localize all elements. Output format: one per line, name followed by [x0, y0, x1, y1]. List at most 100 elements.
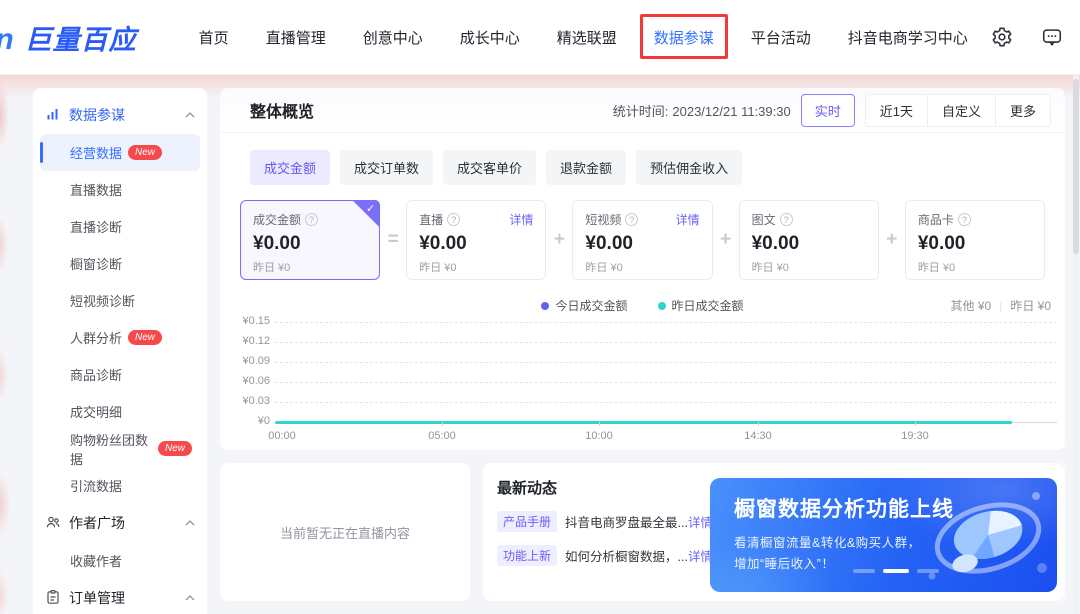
- carousel-dot-active[interactable]: [883, 569, 909, 573]
- yesterday-series-line: [275, 421, 1012, 424]
- sidebar-item-video-diagnosis[interactable]: 短视频诊断: [40, 282, 200, 319]
- metric-value: ¥0.00: [918, 233, 1032, 255]
- metric-yesterday: 昨日 ¥0: [419, 259, 533, 275]
- nav-item-platform-activity[interactable]: 平台活动: [751, 27, 811, 48]
- tab-avg-order-value[interactable]: 成交客单价: [443, 150, 536, 185]
- clipboard-icon: [45, 589, 61, 608]
- sidebar-item-product-diagnosis[interactable]: 商品诊断: [40, 356, 200, 393]
- legend-yesterday-gmv[interactable]: 昨日成交金额: [658, 297, 744, 314]
- brand-logo[interactable]: in 巨量百应: [0, 18, 137, 57]
- nav-item-data-advisor[interactable]: 数据参谋: [654, 27, 714, 48]
- news-tag: 产品手册: [497, 511, 557, 532]
- metric-cards-row: ✓ 成交金额 ? ¥0.00 昨日 ¥0 = 直播 ? 详情 ¥0.00 昨日 …: [220, 185, 1065, 280]
- x-axis-tick: 10:00: [585, 430, 613, 442]
- metric-value: ¥0.00: [752, 233, 866, 255]
- scrollbar-track[interactable]: [1073, 75, 1079, 614]
- pie-chart-illustration: [918, 480, 1053, 592]
- metric-yesterday: 昨日 ¥0: [918, 259, 1032, 275]
- divider: |: [999, 299, 1002, 313]
- statistic-time: 统计时间:2023/12/21 11:39:30: [613, 101, 791, 120]
- sidebar-item-live-data[interactable]: 直播数据: [40, 171, 200, 208]
- top-navbar: in 巨量百应 首页 直播管理 创意中心 成长中心 精选联盟 数据参谋 平台活动…: [0, 0, 1080, 75]
- metric-value: ¥0.00: [585, 233, 699, 255]
- tab-estimated-commission[interactable]: 预估佣金收入: [636, 150, 742, 185]
- tab-gmv[interactable]: 成交金额: [250, 150, 330, 185]
- logo-fragment: in: [0, 23, 15, 57]
- feedback-message-icon[interactable]: [1040, 25, 1064, 49]
- promo-banner[interactable]: 橱窗数据分析功能上线 看清橱窗流量&转化&购买人群， 增加“睡后收入”！: [710, 478, 1057, 592]
- detail-link[interactable]: 详情: [509, 211, 533, 228]
- sidebar-item-favorite-authors[interactable]: 收藏作者: [40, 542, 200, 579]
- time-filter-1day[interactable]: 近1天: [866, 95, 927, 126]
- nav-item-growth-center[interactable]: 成长中心: [460, 27, 520, 48]
- news-item[interactable]: 功能上新 如何分析橱窗数据，... 详情: [497, 545, 709, 566]
- sidebar-group-label: 数据参谋: [69, 105, 177, 125]
- sidebar-group-label: 订单管理: [69, 588, 177, 608]
- help-icon[interactable]: ?: [305, 213, 318, 226]
- sidebar-group-order-management[interactable]: 订单管理: [33, 579, 207, 614]
- nav-item-learning-center[interactable]: 抖音电商学习中心: [848, 27, 968, 48]
- nav-item-selected-alliance[interactable]: 精选联盟: [557, 27, 617, 48]
- help-icon[interactable]: ?: [958, 213, 971, 226]
- chevron-up-icon[interactable]: [185, 520, 195, 526]
- sidebar-item-showcase-diagnosis[interactable]: 橱窗诊断: [40, 245, 200, 282]
- overview-header: 整体概览 统计时间:2023/12/21 11:39:30 实时 近1天 自定义…: [220, 88, 1065, 133]
- page-content: 数据参谋 经营数据 New 直播数据 直播诊断 橱窗诊断 短视频诊断 人群分析 …: [0, 75, 1080, 614]
- news-title: 最新动态: [497, 477, 709, 498]
- sidebar-group-label: 作者广场: [69, 513, 177, 533]
- sidebar-item-business-data[interactable]: 经营数据 New: [40, 134, 200, 171]
- news-tag: 功能上新: [497, 545, 557, 566]
- x-axis-tick: 19:30: [901, 430, 929, 442]
- metric-value: ¥0.00: [419, 233, 533, 255]
- gmv-trend-chart: ¥0.15 ¥0.12 ¥0.09 ¥0.06 ¥0.03 ¥0 00:00 0…: [230, 322, 1057, 444]
- nav-item-creative-center[interactable]: 创意中心: [363, 27, 423, 48]
- time-filter-more[interactable]: 更多: [995, 95, 1050, 126]
- overview-panel: 整体概览 统计时间:2023/12/21 11:39:30 实时 近1天 自定义…: [220, 88, 1065, 450]
- tab-order-count[interactable]: 成交订单数: [340, 150, 433, 185]
- nav-item-home[interactable]: 首页: [199, 27, 229, 48]
- check-icon: ✓: [366, 202, 375, 215]
- metric-card-image-text[interactable]: 图文 ? ¥0.00 昨日 ¥0: [739, 200, 879, 280]
- sidebar-item-fan-club-data[interactable]: 购物粉丝团数据 New: [40, 430, 200, 467]
- nav-item-live-management[interactable]: 直播管理: [266, 27, 326, 48]
- sidebar-group-data-advisor[interactable]: 数据参谋: [33, 96, 207, 134]
- help-icon[interactable]: ?: [625, 213, 638, 226]
- plus-operator: +: [879, 229, 905, 251]
- main-nav: 首页 直播管理 创意中心 成长中心 精选联盟 数据参谋 平台活动 抖音电商学习中…: [199, 27, 968, 48]
- settings-gear-icon[interactable]: [990, 25, 1014, 49]
- sidebar-item-traffic-data[interactable]: 引流数据: [40, 467, 200, 504]
- news-item[interactable]: 产品手册 抖音电商罗盘最全最... 详情: [497, 511, 709, 532]
- latest-news: 最新动态 产品手册 抖音电商罗盘最全最... 详情 功能上新 如何分析橱窗数据，…: [497, 477, 709, 566]
- chevron-up-icon[interactable]: [185, 595, 195, 601]
- legend-dot-yesterday: [658, 302, 666, 310]
- legend-today-gmv[interactable]: 今日成交金额: [541, 297, 627, 314]
- chart-legend: 今日成交金额 昨日成交金额 其他 ¥0 | 昨日 ¥0: [220, 297, 1065, 314]
- detail-link[interactable]: 详情: [676, 211, 700, 228]
- sidebar-item-live-diagnosis[interactable]: 直播诊断: [40, 208, 200, 245]
- time-filter-realtime[interactable]: 实时: [801, 94, 855, 127]
- x-axis-tick: 14:30: [744, 430, 772, 442]
- new-badge: New: [128, 145, 162, 160]
- tab-refund-amount[interactable]: 退款金额: [546, 150, 626, 185]
- equals-operator: =: [380, 229, 406, 251]
- banner-subtitle-line1: 看清橱窗流量&转化&购买人群，: [734, 532, 921, 551]
- people-icon: [45, 514, 61, 533]
- chevron-up-icon[interactable]: [185, 112, 195, 118]
- metric-card-short-video[interactable]: 短视频 ? 详情 ¥0.00 昨日 ¥0: [572, 200, 712, 280]
- sidebar-group-author-plaza[interactable]: 作者广场: [33, 504, 207, 542]
- header-icons: [990, 25, 1064, 49]
- time-filter-custom[interactable]: 自定义: [927, 95, 995, 126]
- help-icon[interactable]: ?: [780, 213, 793, 226]
- scrollbar-thumb[interactable]: [1073, 79, 1079, 254]
- help-icon[interactable]: ?: [447, 213, 460, 226]
- metric-card-product-card[interactable]: 商品卡 ? ¥0.00 昨日 ¥0: [905, 200, 1045, 280]
- time-filter-group: 近1天 自定义 更多: [865, 94, 1051, 127]
- metric-card-live[interactable]: 直播 ? 详情 ¥0.00 昨日 ¥0: [406, 200, 546, 280]
- time-controls: 统计时间:2023/12/21 11:39:30 实时 近1天 自定义 更多: [613, 94, 1051, 127]
- carousel-dot[interactable]: [853, 569, 875, 573]
- metric-card-gmv[interactable]: ✓ 成交金额 ? ¥0.00 昨日 ¥0: [240, 200, 380, 280]
- x-axis-tick: 05:00: [428, 430, 456, 442]
- sidebar-item-audience-analysis[interactable]: 人群分析 New: [40, 319, 200, 356]
- x-axis-tick: 00:00: [268, 430, 296, 442]
- sidebar-item-transaction-detail[interactable]: 成交明细: [40, 393, 200, 430]
